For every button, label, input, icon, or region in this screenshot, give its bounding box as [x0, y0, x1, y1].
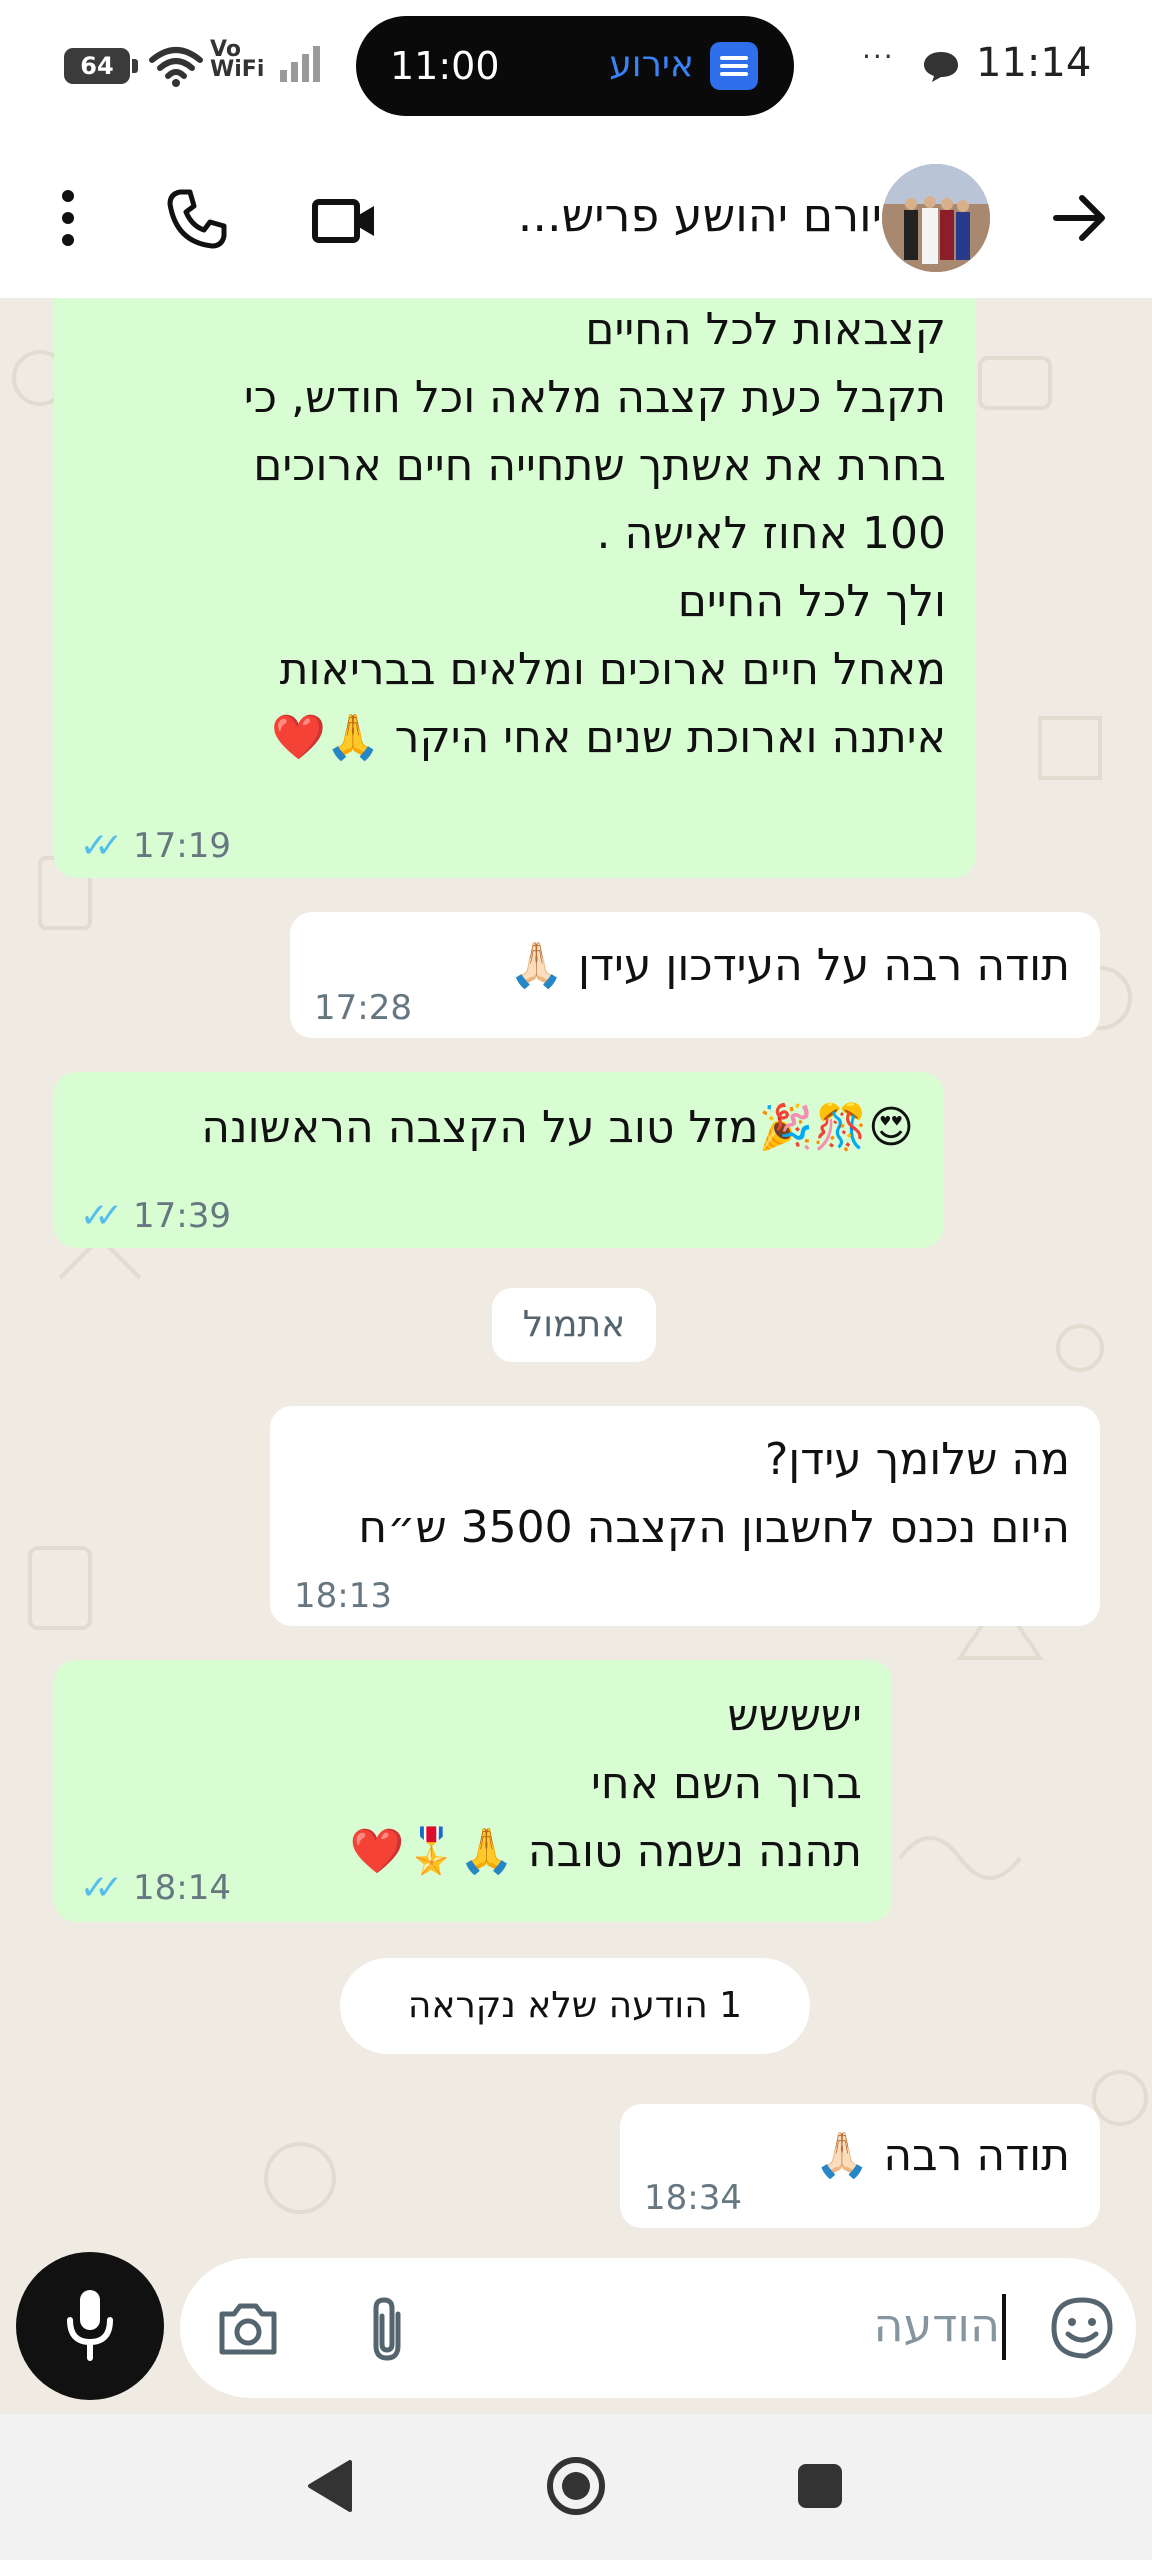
- message-text: תודה רבה על העידכון עידן 🙏🏻: [509, 940, 1070, 991]
- status-bar: 64 Vo WiFi 11:00 אירוע ··· 11:14: [0, 0, 1152, 140]
- message-input[interactable]: הודעה: [873, 2298, 1000, 2352]
- message-bubble-outgoing[interactable]: קצבאות לכל החיים תקבל כעת קצבה מלאה וכל …: [54, 298, 976, 878]
- wifi-icon: [149, 47, 203, 87]
- paperclip-icon[interactable]: [364, 2294, 410, 2364]
- message-meta: ✓✓ 17:19: [80, 826, 231, 866]
- message-time: 17:19: [132, 826, 231, 866]
- message-time: 18:34: [644, 2178, 742, 2218]
- message-composer[interactable]: הודעה: [180, 2258, 1136, 2398]
- read-receipt-icon: ✓✓: [80, 1868, 123, 1908]
- message-text: 😍🎊🎉מזל טוב על הקצבה הראשונה: [201, 1102, 914, 1153]
- message-meta: 17:28: [314, 988, 412, 1028]
- island-time: 11:00: [390, 44, 500, 88]
- signal-icon: [280, 46, 320, 82]
- island-event-label: אירוע: [609, 44, 694, 85]
- nav-recents-icon[interactable]: [796, 2462, 844, 2510]
- contact-name[interactable]: יורם יהושע פריש...: [518, 188, 882, 242]
- dynamic-island[interactable]: 11:00 אירוע: [356, 16, 794, 116]
- microphone-icon: [67, 2290, 113, 2361]
- message-time: 18:14: [132, 1868, 231, 1908]
- message-meta: 18:13: [294, 1576, 392, 1616]
- avatar[interactable]: [882, 164, 990, 272]
- sticker-icon[interactable]: [1050, 2296, 1114, 2360]
- battery-indicator: 64: [64, 48, 138, 84]
- nav-home-icon[interactable]: [544, 2454, 608, 2518]
- message-bubble-incoming[interactable]: תודה רבה על העידכון עידן 🙏🏻 17:28: [290, 912, 1100, 1038]
- message-bubble-incoming[interactable]: תודה רבה 🙏🏻 18:34: [620, 2104, 1100, 2228]
- message-bubble-outgoing[interactable]: 😍🎊🎉מזל טוב על הקצבה הראשונה ✓✓ 17:39: [54, 1072, 944, 1248]
- system-navigation-bar: [0, 2414, 1152, 2560]
- message-time: 17:39: [132, 1196, 231, 1236]
- kebab-menu-icon[interactable]: [58, 188, 78, 248]
- message-bubble-outgoing[interactable]: ישששש ברוך השם אחי תהנה נשמה טובה 🙏🎖️❤️ …: [54, 1660, 892, 1922]
- message-time: 17:28: [314, 988, 412, 1028]
- video-camera-icon[interactable]: [312, 196, 378, 246]
- camera-icon[interactable]: [216, 2300, 280, 2358]
- date-divider: אתמול: [492, 1288, 656, 1362]
- chat-notification-icon: [924, 52, 958, 82]
- read-receipt-icon: ✓✓: [80, 1196, 123, 1236]
- message-bubble-incoming[interactable]: מה שלומך עידן? היום נכנס לחשבון הקצבה 35…: [270, 1406, 1100, 1626]
- message-text: ישששש ברוך השם אחי תהנה נשמה טובה 🙏🎖️❤️: [349, 1690, 862, 1877]
- message-time: 18:13: [294, 1576, 392, 1616]
- voice-message-button[interactable]: [16, 2252, 164, 2400]
- chat-header: יורם יהושע פריש...: [0, 140, 1152, 298]
- calendar-list-icon: [710, 42, 758, 90]
- message-meta: 18:34: [644, 2178, 742, 2218]
- avatar-photo: [882, 164, 990, 272]
- arrow-left-icon[interactable]: [1052, 192, 1108, 244]
- message-meta: ✓✓ 18:14: [80, 1868, 231, 1908]
- message-meta: ✓✓ 17:39: [80, 1196, 231, 1236]
- message-text: קצבאות לכל החיים תקבל כעת קצבה מלאה וכל …: [243, 304, 946, 763]
- status-time: 11:14: [976, 40, 1092, 86]
- chat-area[interactable]: קצבאות לכל החיים תקבל כעת קצבה מלאה וכל …: [0, 298, 1152, 2260]
- more-status-icon: ···: [862, 40, 895, 73]
- phone-icon[interactable]: [166, 188, 228, 250]
- vowifi-label: Vo WiFi: [210, 37, 265, 82]
- text-cursor: [1002, 2294, 1006, 2360]
- unread-messages-divider: 1 הודעה שלא נקראה: [340, 1958, 810, 2054]
- nav-back-icon[interactable]: [306, 2458, 354, 2514]
- read-receipt-icon: ✓✓: [80, 826, 123, 866]
- message-text: מה שלומך עידן? היום נכנס לחשבון הקצבה 35…: [358, 1434, 1070, 1553]
